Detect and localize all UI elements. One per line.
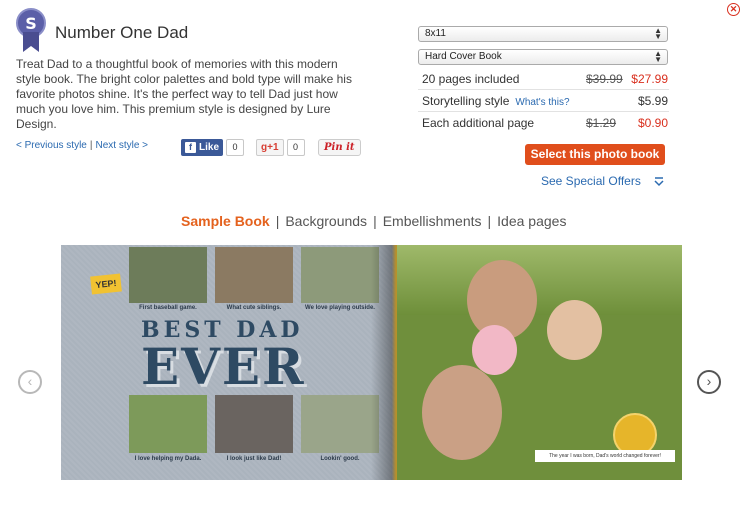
sample-book-preview: YEP! First baseball game. What cute sibl… [61, 245, 682, 480]
nav-separator: | [89, 140, 93, 151]
badge-letter: S [25, 14, 37, 33]
tab-idea-pages[interactable]: Idea pages [497, 213, 566, 229]
headline-ever: EVER [141, 337, 306, 396]
price-row-label: Each additional page [422, 116, 535, 130]
google-plus-widget: g +1 0 [256, 138, 305, 156]
next-page-arrow-icon[interactable]: › [697, 370, 721, 394]
page-title: Number One Dad [55, 23, 189, 42]
book-spine [371, 245, 397, 480]
old-price: $39.99 [586, 72, 623, 86]
tab-backgrounds[interactable]: Backgrounds [285, 213, 367, 229]
tab-embellishments[interactable]: Embellishments [383, 213, 482, 229]
gplus-label: +1 [267, 141, 279, 153]
photo-person-toddler [547, 300, 602, 360]
sale-price: $0.90 [637, 116, 668, 130]
tab-separator: | [487, 213, 492, 229]
facebook-like-widget: f Like 0 [181, 138, 245, 156]
photo-caption: The year I was born, Dad's world changed… [535, 450, 675, 462]
cover-select[interactable]: Hard Cover Book ▲ ▼ [418, 49, 668, 65]
left-page: YEP! First baseball game. What cute sibl… [61, 245, 397, 480]
photo-person-dad [422, 365, 502, 460]
close-icon[interactable]: ✕ [727, 3, 740, 16]
previous-page-arrow-icon[interactable]: ‹ [18, 370, 42, 394]
right-page-family-photo: The year I was born, Dad's world changed… [397, 245, 682, 480]
like-label: Like [199, 141, 220, 153]
style-navigation: < Previous style | Next style > [16, 140, 148, 151]
chevron-down-icon[interactable] [654, 177, 664, 187]
preview-tabs: Sample Book | Backgrounds | Embellishmen… [181, 213, 566, 229]
price-row-label: Storytelling style What's this? [422, 94, 570, 108]
select-photo-book-button[interactable]: Select this photo book [525, 144, 665, 165]
facebook-icon: f [185, 141, 196, 153]
photo-outside [301, 247, 379, 303]
photo-look-like-dad [215, 395, 293, 453]
previous-style-link[interactable]: < Previous style [16, 140, 87, 151]
photo-background [397, 245, 682, 315]
photo-caption: I love helping my Dada. [134, 456, 202, 462]
tab-separator: | [275, 213, 280, 229]
pinterest-widget: Pin it [318, 138, 361, 156]
gplus-count: 0 [286, 138, 305, 156]
photo-caption: Lookin' good. [320, 456, 360, 462]
photo-baseball [129, 247, 207, 303]
price-row-storytelling: Storytelling style What's this? $5.99 [418, 90, 669, 112]
facebook-like-button[interactable]: f Like [181, 138, 224, 156]
pin-it-button[interactable]: Pin it [318, 138, 361, 156]
size-select[interactable]: 8x11 ▲ ▼ [418, 26, 668, 42]
photo-person-baby [472, 325, 517, 375]
yep-sticker: YEP! [90, 273, 122, 295]
photo-caption: I look just like Dad! [226, 456, 282, 462]
tab-sample-book[interactable]: Sample Book [181, 213, 270, 229]
price: $5.99 [637, 94, 668, 108]
photo-siblings [215, 247, 293, 303]
cover-value: Hard Cover Book [425, 51, 502, 62]
select-arrows-icon: ▲ ▼ [654, 49, 662, 64]
size-value: 8x11 [425, 28, 446, 39]
google-plus-button[interactable]: g +1 [256, 138, 284, 156]
photo-caption: We love playing outside. [305, 305, 375, 311]
sale-price: $27.99 [631, 72, 668, 86]
price-row-label: 20 pages included [422, 72, 520, 86]
special-offers-link[interactable]: See Special Offers [541, 174, 641, 188]
whats-this-link[interactable]: What's this? [515, 97, 569, 108]
price-row-additional-page: Each additional page $1.29 $0.90 [418, 112, 669, 134]
select-arrows-icon: ▲ ▼ [654, 26, 662, 41]
photo-caption: What cute siblings. [226, 305, 282, 311]
style-description: Treat Dad to a thoughtful book of memori… [16, 57, 352, 131]
photo-lookin-good [301, 395, 379, 453]
price-row-pages: 20 pages included $39.99 $27.99 [418, 68, 669, 90]
photo-lawnmower [129, 395, 207, 453]
style-badge-icon: S [16, 8, 46, 52]
next-style-link[interactable]: Next style > [95, 140, 148, 151]
old-price: $1.29 [586, 116, 617, 130]
tab-separator: | [373, 213, 377, 229]
like-count: 0 [226, 138, 245, 156]
photo-caption: First baseball game. [139, 305, 197, 311]
